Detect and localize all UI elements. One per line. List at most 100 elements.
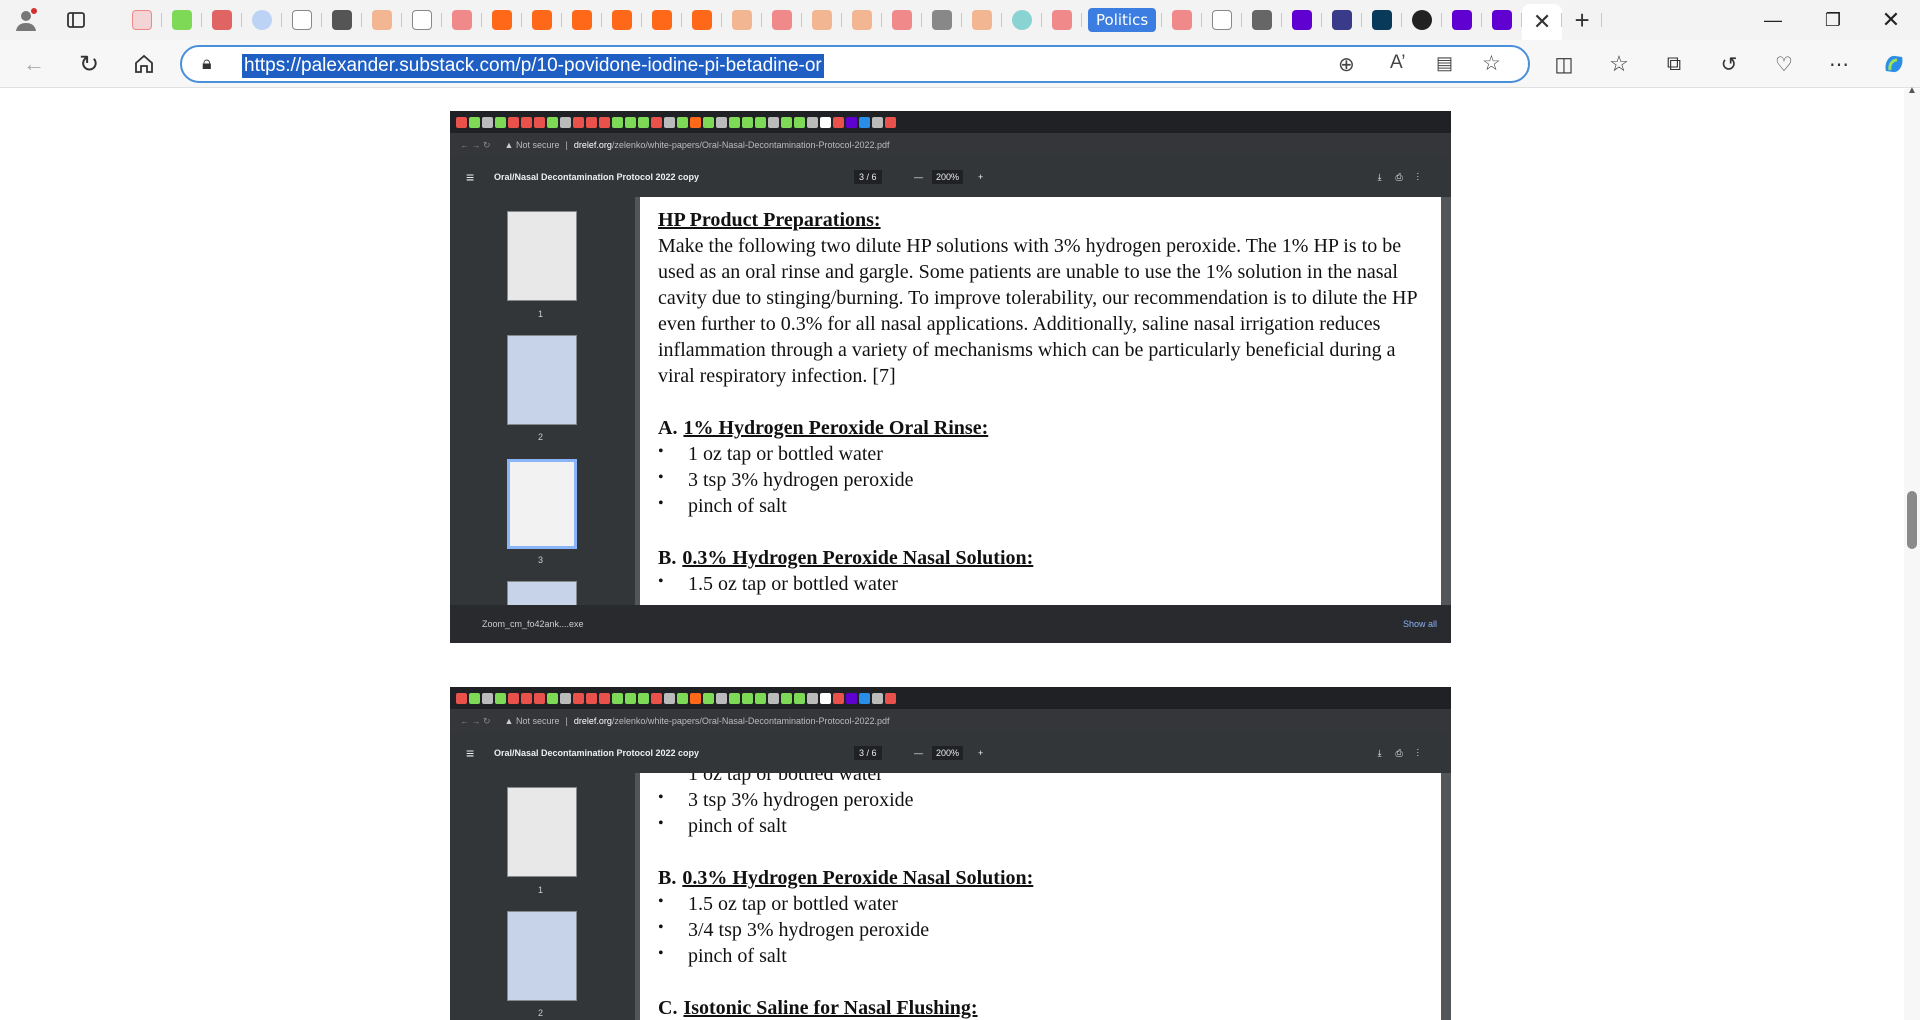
not-secure-label: Not secure bbox=[515, 716, 560, 726]
reload-button[interactable]: ↻ bbox=[73, 48, 105, 80]
tab-youtube5[interactable] bbox=[1162, 4, 1203, 36]
section-c-heading: C. Isotonic Saline for Nasal Flushing: bbox=[658, 997, 978, 1019]
list-item: pinch of salt bbox=[658, 491, 1441, 519]
tab-doc2[interactable] bbox=[402, 4, 442, 36]
tab-cloud[interactable] bbox=[1002, 4, 1042, 36]
favorite-star-icon[interactable]: ☆ bbox=[1482, 51, 1501, 76]
section-a-heading: A. 1% Hydrogen Peroxide Oral Rinse: bbox=[658, 417, 989, 439]
tab-ai[interactable] bbox=[322, 4, 362, 36]
pdf-url-host: drelef.org bbox=[573, 140, 612, 150]
address-bar[interactable]: 🔒︎ https://palexander.substack.com/p/10-… bbox=[180, 45, 1530, 83]
tab-substack5[interactable] bbox=[602, 4, 642, 36]
reader-view-icon[interactable]: ▤ bbox=[1436, 53, 1453, 74]
list-item: 1 oz tap or bottled water bbox=[658, 439, 1441, 467]
restore-button[interactable]: ❐ bbox=[1804, 0, 1862, 40]
history-button[interactable]: ↺ bbox=[1713, 48, 1745, 80]
url-text[interactable]: https://palexander.substack.com/p/10-pov… bbox=[242, 54, 824, 78]
list-item: 3 tsp 3% hydrogen peroxide bbox=[658, 465, 1441, 493]
tab-youtube2[interactable] bbox=[762, 4, 802, 36]
tab-youtube[interactable] bbox=[442, 4, 482, 36]
browser-essentials-button[interactable]: ♡ bbox=[1768, 48, 1800, 80]
tab-substack3[interactable] bbox=[522, 4, 562, 36]
page-indicator: 3 / 6 bbox=[854, 170, 882, 184]
tab-bi[interactable] bbox=[122, 4, 162, 36]
thumbnail-label: 2 bbox=[538, 432, 544, 442]
paragraph: Make the following two dilute HP solutio… bbox=[658, 235, 1417, 387]
embedded-address-bar: ← → ↻ ▲ Not secure | drelef.org /zelenko… bbox=[450, 133, 1451, 157]
tab-substack4[interactable] bbox=[562, 4, 602, 36]
tab-actions-icon[interactable] bbox=[62, 6, 90, 34]
list-item: 1 oz tap or bottled water bbox=[658, 773, 1441, 787]
tab-yahoo-mail[interactable] bbox=[1282, 4, 1323, 36]
home-button[interactable] bbox=[128, 48, 160, 80]
embedded-tab-strip bbox=[450, 687, 1451, 709]
tab-yahoo[interactable] bbox=[1442, 4, 1483, 36]
section-b-heading: B. 0.3% Hydrogen Peroxide Nasal Solution: bbox=[658, 867, 1034, 889]
tab-youtube4[interactable] bbox=[1042, 4, 1082, 36]
browser-window: Politics ✕ + — ❐ ✕ ← ↻ 🔒︎ https://palexa… bbox=[0, 0, 1920, 1020]
list-item: 1.5 oz tap or bottled water bbox=[658, 889, 1441, 917]
read-aloud-icon[interactable]: A’ bbox=[1390, 52, 1405, 74]
browser-toolbar: ← ↻ 🔒︎ https://palexander.substack.com/p… bbox=[0, 40, 1920, 88]
pdf-page: HP Product Preparations: Make the follow… bbox=[640, 197, 1441, 605]
tab-substack8[interactable] bbox=[722, 4, 762, 36]
tab-search[interactable] bbox=[242, 4, 282, 36]
tab-substack11[interactable] bbox=[962, 4, 1002, 36]
not-secure-label: Not secure bbox=[515, 140, 560, 150]
collections-icon: ⧉ bbox=[1666, 52, 1682, 75]
collections-button[interactable]: ⧉ bbox=[1658, 48, 1690, 80]
new-tab-button[interactable]: + bbox=[1562, 4, 1603, 36]
tab-photo[interactable] bbox=[1242, 4, 1283, 36]
zoom-icon[interactable]: ⊕ bbox=[1338, 52, 1355, 77]
copilot-icon bbox=[1885, 55, 1903, 73]
back-button[interactable]: ← bbox=[18, 48, 50, 80]
tab-grok[interactable] bbox=[1402, 4, 1443, 36]
pinned-tabs: Politics ✕ + bbox=[122, 0, 1603, 40]
close-tab-icon[interactable]: ✕ bbox=[1533, 9, 1551, 35]
pdf-viewer-body: 1 2 1 oz tap or bottled water 3 tsp 3% h… bbox=[450, 773, 1451, 1020]
tab-active[interactable]: ✕ bbox=[1522, 4, 1563, 40]
tab-politics[interactable]: Politics bbox=[1082, 4, 1163, 36]
thumbnail-page-2 bbox=[507, 335, 577, 425]
tab-yahoo2[interactable] bbox=[1482, 4, 1523, 36]
close-icon: ✕ bbox=[1881, 7, 1901, 32]
tab-substack9[interactable] bbox=[802, 4, 842, 36]
tab-substack6[interactable] bbox=[642, 4, 682, 36]
tab-x[interactable] bbox=[1362, 4, 1403, 36]
close-window-button[interactable]: ✕ bbox=[1862, 0, 1920, 40]
page-scrollbar[interactable]: ▲ bbox=[1904, 85, 1920, 1020]
menu-icon: ≡ bbox=[466, 169, 475, 185]
pdf-url-path: /zelenko/white-papers/Oral-Nasal-Deconta… bbox=[611, 140, 890, 150]
pdf-toolbar: ≡ Oral/Nasal Decontamination Protocol 20… bbox=[450, 157, 1451, 197]
tab-book[interactable] bbox=[922, 4, 962, 36]
show-all-link: Show all bbox=[1402, 619, 1437, 629]
scrollbar-thumb[interactable] bbox=[1907, 491, 1917, 549]
tab-substack7[interactable] bbox=[682, 4, 722, 36]
favorites-button[interactable]: ☆ bbox=[1603, 48, 1635, 80]
pdf-screenshot-1: ← → ↻ ▲ Not secure | drelef.org /zelenko… bbox=[450, 111, 1451, 643]
tab-g[interactable] bbox=[162, 4, 202, 36]
list-item: 1.5 oz tap or bottled water bbox=[658, 569, 1441, 597]
scroll-up-icon[interactable]: ▲ bbox=[1907, 85, 1917, 96]
thumbnail-page-1 bbox=[507, 211, 577, 301]
tab-podcast[interactable] bbox=[202, 4, 242, 36]
settings-more-button[interactable]: ⋯ bbox=[1823, 48, 1855, 80]
tab-youtube3[interactable] bbox=[882, 4, 922, 36]
history-icon: ↺ bbox=[1720, 53, 1738, 76]
back-arrow-icon: ← bbox=[23, 51, 45, 76]
page-indicator: 3 / 6 bbox=[854, 746, 882, 760]
zoom-level: 200% bbox=[932, 170, 964, 184]
copilot-button[interactable] bbox=[1878, 48, 1910, 80]
profile-avatar-icon[interactable] bbox=[12, 6, 40, 34]
download-bar: Zoom_cm_fo42ank....exe Show all bbox=[450, 605, 1451, 643]
thumbnail-label: 1 bbox=[538, 309, 544, 319]
tab-substack[interactable] bbox=[362, 4, 402, 36]
tab-substack10[interactable] bbox=[842, 4, 882, 36]
tab-powerapps[interactable] bbox=[1322, 4, 1363, 36]
tab-substack2[interactable] bbox=[482, 4, 522, 36]
minimize-button[interactable]: — bbox=[1744, 0, 1802, 40]
tab-doc[interactable] bbox=[282, 4, 322, 36]
tab-doc3[interactable] bbox=[1202, 4, 1243, 36]
list-item: 3/4 tsp 3% hydrogen peroxide bbox=[658, 915, 1441, 943]
split-screen-button[interactable]: ◫ bbox=[1548, 48, 1580, 80]
